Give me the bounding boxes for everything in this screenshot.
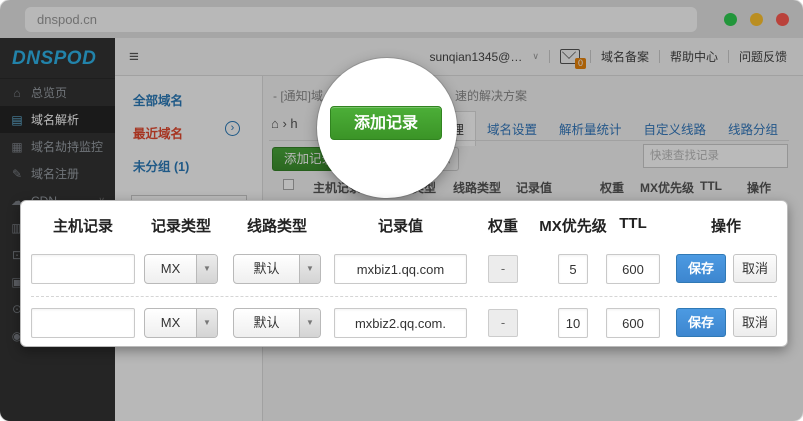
browser-window: dnspod.cn DNSPOD ⌂ 总览页 ▤ 域名解析 ▦ 域名劫持监控 ✎…: [0, 0, 803, 421]
weight-readonly: -: [488, 255, 518, 283]
chevron-down-icon: ▼: [299, 309, 320, 337]
line-type-value: 默认: [234, 309, 299, 337]
record-type-select[interactable]: MX ▼: [144, 254, 218, 284]
chevron-down-icon: ▼: [196, 255, 217, 283]
dialog-col-action: 操作: [676, 215, 776, 236]
cancel-button[interactable]: 取消: [733, 308, 777, 337]
record-value-input[interactable]: [334, 254, 467, 284]
mx-priority-input[interactable]: [558, 308, 588, 338]
dialog-col-host: 主机记录: [31, 215, 135, 236]
save-button[interactable]: 保存: [676, 254, 726, 283]
record-row: MX ▼ 默认 ▼ - 保存 取消: [21, 308, 789, 338]
record-type-value: MX: [145, 309, 196, 337]
host-input[interactable]: [31, 308, 135, 338]
row-divider: [31, 296, 777, 297]
save-button[interactable]: 保存: [676, 308, 726, 337]
dialog-col-type: 记录类型: [144, 215, 218, 236]
line-type-select[interactable]: 默认 ▼: [233, 254, 321, 284]
line-type-value: 默认: [234, 255, 299, 283]
dialog-col-weight: 权重: [473, 215, 533, 236]
dialog-col-value: 记录值: [334, 215, 467, 236]
record-row: MX ▼ 默认 ▼ - 保存 取消: [21, 254, 789, 284]
weight-readonly: -: [488, 309, 518, 337]
record-type-value: MX: [145, 255, 196, 283]
dialog-col-mx: MX优先级: [533, 215, 613, 236]
add-record-button-zoomed[interactable]: 添加记录: [330, 106, 442, 140]
host-input[interactable]: [31, 254, 135, 284]
cancel-button[interactable]: 取消: [733, 254, 777, 283]
chevron-down-icon: ▼: [299, 255, 320, 283]
line-type-select[interactable]: 默认 ▼: [233, 308, 321, 338]
magnifier-circle: 添加记录: [317, 58, 457, 198]
add-record-dialog: 主机记录 记录类型 线路类型 记录值 权重 MX优先级 TTL 操作 MX ▼ …: [20, 200, 788, 347]
dialog-col-ttl: TTL: [603, 215, 663, 232]
ttl-input[interactable]: [606, 308, 660, 338]
record-value-input[interactable]: [334, 308, 467, 338]
chevron-down-icon: ▼: [196, 309, 217, 337]
record-type-select[interactable]: MX ▼: [144, 308, 218, 338]
mx-priority-input[interactable]: [558, 254, 588, 284]
dialog-col-line: 线路类型: [233, 215, 321, 236]
ttl-input[interactable]: [606, 254, 660, 284]
